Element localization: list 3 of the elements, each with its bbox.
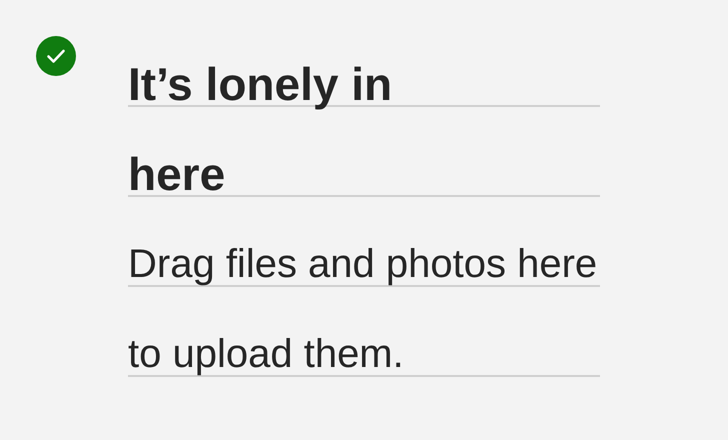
empty-state-title: It’s lonely in here [128,57,394,202]
checkmark-icon [36,36,76,76]
empty-state-message: Drag files and photos here to upload them. [128,241,598,378]
